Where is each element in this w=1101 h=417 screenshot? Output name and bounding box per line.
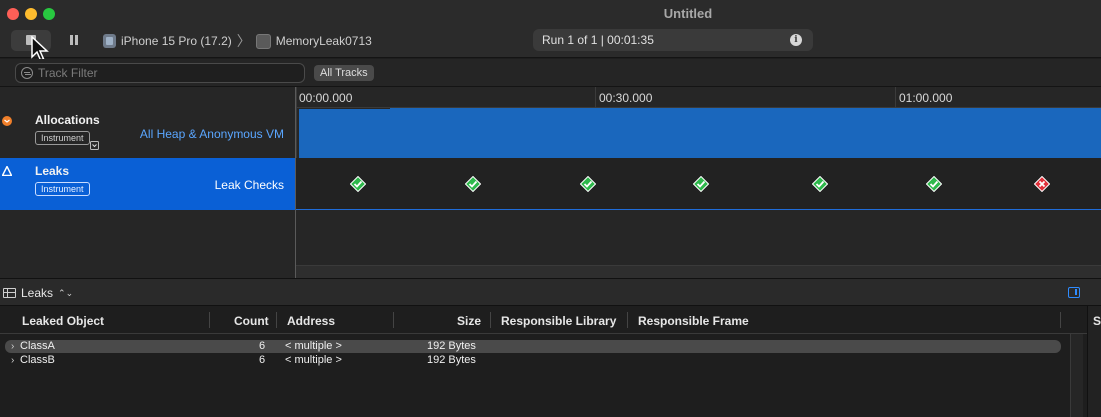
filter-icon bbox=[21, 67, 33, 79]
disclosure-chevron-icon[interactable]: › bbox=[11, 354, 14, 367]
column-header-responsible-library[interactable]: Responsible Library bbox=[501, 314, 616, 328]
table-row[interactable]: › ClassA 6 < multiple > 192 Bytes bbox=[5, 340, 1061, 353]
leaks-table: Leaked Object Count Address Size Respons… bbox=[0, 306, 1087, 417]
allocations-graph[interactable] bbox=[299, 109, 1101, 158]
extended-detail-label: S bbox=[1093, 314, 1101, 328]
time-ruler[interactable]: 00:00.000 00:30.000 01:00.000 bbox=[296, 87, 1101, 108]
address-cell: < multiple > bbox=[285, 354, 342, 366]
info-icon[interactable]: i bbox=[790, 34, 802, 46]
tick-label: 00:00.000 bbox=[299, 91, 353, 105]
table-header: Leaked Object Count Address Size Respons… bbox=[0, 306, 1087, 334]
count-cell: 6 bbox=[259, 354, 266, 366]
size-cell: 192 Bytes bbox=[427, 340, 476, 352]
device-icon bbox=[103, 34, 116, 48]
timeline-scrollbar[interactable] bbox=[296, 265, 1101, 278]
track-header-divider[interactable] bbox=[295, 87, 296, 278]
size-cell: 192 Bytes bbox=[427, 354, 476, 366]
app-icon bbox=[255, 33, 271, 49]
disclosure-chevron-icon[interactable]: › bbox=[11, 340, 14, 353]
address-cell: < multiple > bbox=[285, 340, 342, 352]
detail-view-selector[interactable]: Leaks ⌃⌄ bbox=[3, 286, 73, 300]
pause-icon bbox=[70, 35, 73, 45]
run-status-text: Run 1 of 1 | 00:01:35 bbox=[542, 33, 654, 47]
track-name: Leaks bbox=[35, 164, 70, 178]
table-row[interactable]: › ClassB 6 < multiple > 192 Bytes bbox=[5, 354, 1061, 367]
detail-view-label: Leaks bbox=[21, 286, 54, 300]
column-header-count[interactable]: Count bbox=[234, 314, 269, 328]
track-filter-input[interactable] bbox=[38, 65, 298, 81]
leak-check-passed-icon[interactable] bbox=[465, 176, 481, 192]
leaked-object-cell: ClassB bbox=[20, 354, 55, 366]
breadcrumb-separator: 〉 bbox=[236, 33, 251, 49]
tick-label: 00:30.000 bbox=[599, 91, 653, 105]
allocations-icon bbox=[2, 116, 12, 126]
empty-track-area bbox=[296, 210, 1101, 265]
column-header-responsible-frame[interactable]: Responsible Frame bbox=[638, 314, 749, 328]
all-tracks-button[interactable]: All Tracks bbox=[314, 65, 374, 81]
disclosure-menu-icon[interactable] bbox=[90, 141, 99, 150]
leak-check-failed-icon[interactable] bbox=[1034, 176, 1050, 192]
table-scrollbar[interactable] bbox=[1070, 334, 1083, 417]
track-subtitle: Leak Checks bbox=[214, 178, 284, 192]
leak-check-passed-icon[interactable] bbox=[926, 176, 942, 192]
pause-recording-button[interactable] bbox=[63, 30, 85, 51]
target-process-name: MemoryLeak0713 bbox=[275, 34, 372, 48]
leak-check-passed-icon[interactable] bbox=[812, 176, 828, 192]
instrument-badge: Instrument bbox=[35, 131, 90, 145]
leak-check-passed-icon[interactable] bbox=[350, 176, 366, 192]
chevron-updown-icon: ⌃⌄ bbox=[58, 287, 74, 298]
track-filter-field[interactable] bbox=[15, 63, 305, 83]
track-allocations[interactable]: Allocations Instrument All Heap & Anonym… bbox=[0, 108, 295, 158]
count-cell: 6 bbox=[259, 340, 266, 352]
track-subtitle: All Heap & Anonymous VM bbox=[139, 127, 284, 141]
column-header-size[interactable]: Size bbox=[457, 314, 481, 328]
device-name: iPhone 15 Pro (17.2) bbox=[121, 34, 232, 48]
target-selector[interactable]: iPhone 15 Pro (17.2) 〉 MemoryLeak0713 bbox=[103, 33, 372, 49]
leak-check-passed-icon[interactable] bbox=[580, 176, 596, 192]
instrument-badge: Instrument bbox=[35, 182, 90, 196]
track-name: Allocations bbox=[35, 113, 100, 127]
extended-detail-pane: S bbox=[1087, 306, 1101, 417]
leaks-icon bbox=[2, 166, 12, 176]
track-filter-bar: All Tracks bbox=[0, 59, 1101, 87]
toolbar: Untitled iPhone 15 Pro (17.2) 〉 MemoryLe… bbox=[0, 0, 1101, 61]
track-leaks[interactable]: Leaks Instrument Leak Checks bbox=[0, 158, 295, 210]
table-icon bbox=[3, 288, 16, 298]
leaked-object-cell: ClassA bbox=[20, 340, 55, 352]
tracks-area: 00:00.000 00:30.000 01:00.000 Allocation… bbox=[0, 87, 1101, 278]
detail-header: Leaks ⌃⌄ bbox=[0, 278, 1101, 306]
leak-checks-track[interactable] bbox=[296, 158, 1101, 210]
run-status-display[interactable]: Run 1 of 1 | 00:01:35 i bbox=[533, 29, 813, 51]
tick-label: 01:00.000 bbox=[899, 91, 953, 105]
leak-check-passed-icon[interactable] bbox=[693, 176, 709, 192]
column-header-leaked-object[interactable]: Leaked Object bbox=[22, 314, 104, 328]
sidebar-toggle-icon[interactable] bbox=[1068, 287, 1080, 298]
window-title: Untitled bbox=[663, 6, 713, 21]
column-header-address[interactable]: Address bbox=[287, 314, 335, 328]
